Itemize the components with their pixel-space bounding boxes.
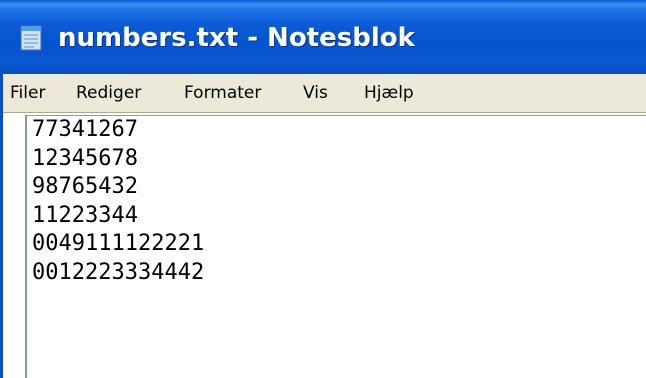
- menu-view[interactable]: Vis: [303, 74, 328, 112]
- text-line: 77341267: [32, 117, 138, 142]
- window-frame-left: [0, 74, 3, 378]
- menu-help[interactable]: Hjælp: [364, 74, 414, 112]
- menu-file[interactable]: Filer: [10, 74, 45, 112]
- text-editor[interactable]: 77341267 12345678 98765432 11223344 0049…: [25, 115, 646, 378]
- menu-bar: Filer Rediger Formater Vis Hjælp: [0, 74, 646, 112]
- text-line: 12345678: [32, 145, 138, 171]
- editor-content[interactable]: 77341267 12345678 98765432 11223344 0049…: [32, 116, 204, 288]
- text-line: 0012223334442: [32, 259, 205, 285]
- text-line: 98765432: [32, 174, 138, 200]
- text-line: 0049111122221: [32, 231, 205, 257]
- notepad-window: numbers.txt - Notesblok Filer Rediger Fo…: [0, 0, 646, 378]
- window-title: numbers.txt - Notesblok: [58, 23, 415, 53]
- title-bar[interactable]: numbers.txt - Notesblok: [0, 0, 646, 74]
- notepad-icon[interactable]: [20, 23, 44, 51]
- menu-edit[interactable]: Rediger: [76, 74, 141, 112]
- text-line: 11223344: [32, 202, 138, 228]
- menu-format[interactable]: Formater: [184, 74, 261, 112]
